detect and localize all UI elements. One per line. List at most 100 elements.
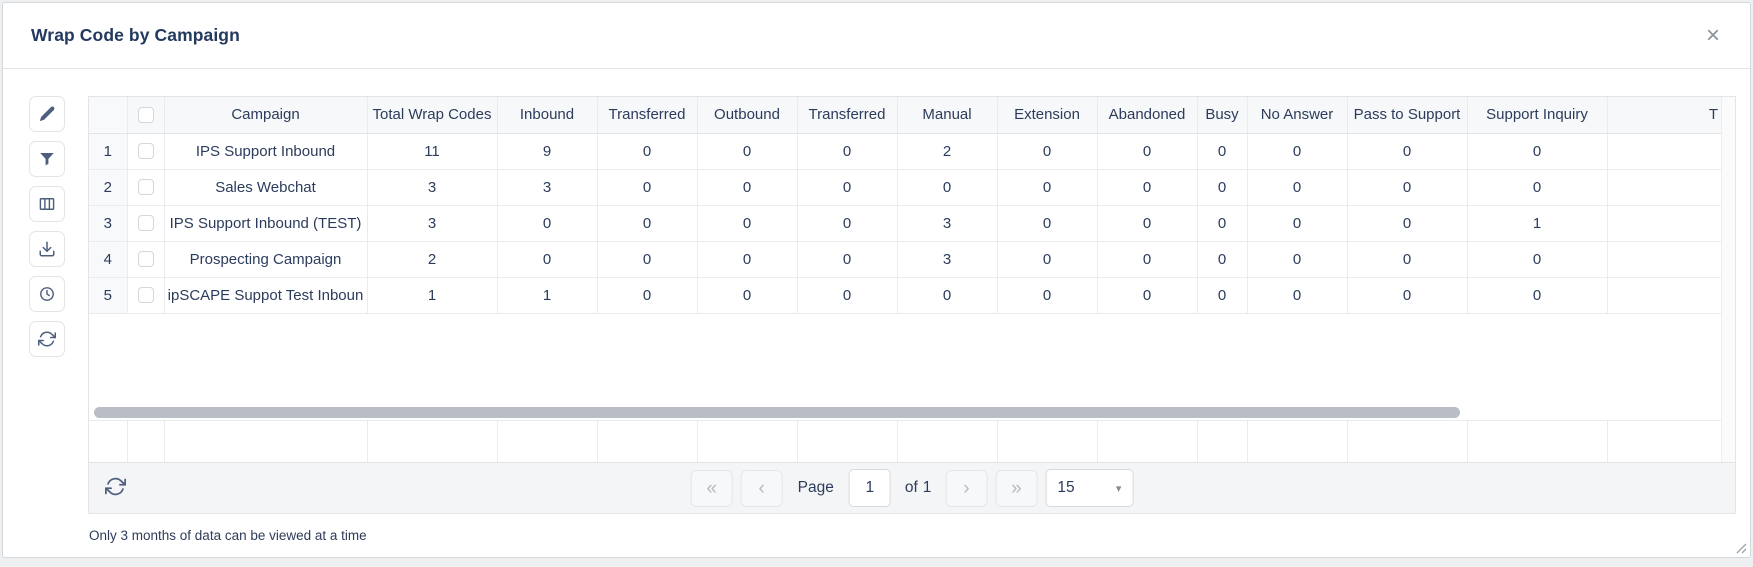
row-number-cell: 1	[89, 133, 127, 169]
value-cell: 0	[997, 205, 1097, 241]
table-row[interactable]: 5ipSCAPE Suppot Test Inboun110000000000	[89, 277, 1721, 313]
value-cell: 0	[797, 133, 897, 169]
column-header-transferred[interactable]: Transferred	[797, 97, 897, 133]
page-number-input[interactable]	[849, 469, 891, 507]
filter-button[interactable]	[29, 141, 65, 177]
value-cell: 0	[1247, 169, 1347, 205]
pinned-cell	[1347, 420, 1467, 462]
table-row[interactable]: 4Prospecting Campaign200003000000	[89, 241, 1721, 277]
columns-button[interactable]	[29, 186, 65, 222]
value-cell: 0	[1097, 241, 1197, 277]
column-header-pass-to-support[interactable]: Pass to Support	[1347, 97, 1467, 133]
column-header-transferred[interactable]: Transferred	[597, 97, 697, 133]
row-checkbox[interactable]	[138, 143, 154, 159]
row-number-cell: 5	[89, 277, 127, 313]
row-checkbox[interactable]	[138, 287, 154, 303]
row-number-cell: 3	[89, 205, 127, 241]
download-icon	[38, 240, 56, 258]
grid-empty-space	[89, 314, 1735, 406]
row-checkbox[interactable]	[138, 179, 154, 195]
campaign-cell: Prospecting Campaign	[164, 241, 367, 277]
download-button[interactable]	[29, 231, 65, 267]
column-header-label: Inbound	[520, 106, 574, 123]
value-cell: 0	[597, 169, 697, 205]
clipped-column-label: T	[1610, 106, 1720, 123]
edit-icon	[38, 105, 56, 123]
column-header-label: Outbound	[714, 106, 780, 123]
grid-area: CampaignTotal Wrap Codes Inbound Transferr…	[88, 96, 1736, 543]
value-cell: 0	[597, 133, 697, 169]
value-cell: 0	[497, 205, 597, 241]
value-cell: 0	[1467, 133, 1607, 169]
value-cell: 0	[697, 205, 797, 241]
next-page-button[interactable]: ›	[945, 470, 987, 507]
refresh-button[interactable]	[105, 476, 126, 500]
refresh-button[interactable]	[29, 321, 65, 357]
value-cell: 0	[797, 241, 897, 277]
row-checkbox[interactable]	[138, 251, 154, 267]
pinned-cell	[697, 420, 797, 462]
column-header-busy[interactable]: Busy	[1197, 97, 1247, 133]
value-cell: 0	[1197, 241, 1247, 277]
horizontal-scrollbar-thumb[interactable]	[94, 407, 1460, 418]
column-header-support-inquiry[interactable]: Support Inquiry	[1467, 97, 1607, 133]
previous-page-button[interactable]: ‹	[741, 470, 783, 507]
data-range-note: Only 3 months of data can be viewed at a…	[89, 528, 1736, 543]
wrap-code-grid: CampaignTotal Wrap Codes Inbound Transferr…	[88, 96, 1736, 463]
value-cell: 1	[367, 277, 497, 313]
row-checkbox[interactable]	[138, 215, 154, 231]
filler-cell	[1607, 205, 1721, 241]
column-header-no-answer[interactable]: No Answer	[1247, 97, 1347, 133]
value-cell: 0	[1347, 277, 1467, 313]
close-icon[interactable]: ×	[1702, 22, 1724, 50]
select-all-header	[127, 97, 164, 133]
table-row[interactable]: 2Sales Webchat330000000000	[89, 169, 1721, 205]
column-header-abandoned[interactable]: Abandoned	[1097, 97, 1197, 133]
column-header-inbound[interactable]: Inbound	[497, 97, 597, 133]
column-header-extension[interactable]: Extension	[997, 97, 1097, 133]
value-cell: 0	[697, 277, 797, 313]
value-cell: 0	[1197, 169, 1247, 205]
column-header-outbound[interactable]: Outbound	[697, 97, 797, 133]
pagination-controls: « ‹ Page of1 › » 15 ▾	[691, 469, 1134, 507]
history-button[interactable]	[29, 276, 65, 312]
value-cell: 0	[697, 241, 797, 277]
pinned-cell	[127, 420, 164, 462]
value-cell: 2	[897, 133, 997, 169]
value-cell: 9	[497, 133, 597, 169]
campaign-cell: IPS Support Inbound (TEST)	[164, 205, 367, 241]
value-cell: 0	[1467, 169, 1607, 205]
data-table: CampaignTotal Wrap Codes Inbound Transferr…	[89, 97, 1721, 314]
refresh-icon	[38, 330, 56, 348]
value-cell: 0	[1097, 277, 1197, 313]
previous-page-icon: ‹	[758, 479, 764, 498]
first-page-button[interactable]: «	[691, 470, 733, 507]
value-cell: 0	[797, 205, 897, 241]
of-label: of	[905, 479, 918, 497]
table-row[interactable]: 3IPS Support Inbound (TEST)300003000001	[89, 205, 1721, 241]
column-header-campaign[interactable]: Campaign	[164, 97, 367, 133]
pinned-cell	[1607, 420, 1721, 462]
next-page-icon: ›	[963, 479, 969, 498]
column-header-total-wrap-codes[interactable]: Total Wrap Codes	[367, 97, 497, 133]
resize-grip[interactable]	[1735, 542, 1747, 554]
last-page-button[interactable]: »	[995, 470, 1037, 507]
row-checkbox-cell	[127, 241, 164, 277]
page-size-select[interactable]: 15 ▾	[1045, 469, 1133, 507]
column-header-manual[interactable]: Manual	[897, 97, 997, 133]
select-all-checkbox[interactable]	[138, 107, 154, 123]
grid-toolbar	[29, 96, 65, 543]
columns-icon	[38, 195, 56, 213]
history-icon	[38, 285, 56, 303]
row-checkbox-cell	[127, 133, 164, 169]
filler-cell	[1607, 277, 1721, 313]
value-cell: 3	[897, 205, 997, 241]
row-number-cell: 2	[89, 169, 127, 205]
value-cell: 0	[797, 169, 897, 205]
table-row[interactable]: 1IPS Support Inbound1190002000000	[89, 133, 1721, 169]
wrap-code-dialog: Wrap Code by Campaign × CampaignTotal Wr…	[2, 2, 1751, 558]
edit-button[interactable]	[29, 96, 65, 132]
horizontal-scrollbar	[89, 406, 1721, 420]
campaign-cell: IPS Support Inbound	[164, 133, 367, 169]
total-pages: 1	[923, 479, 932, 497]
